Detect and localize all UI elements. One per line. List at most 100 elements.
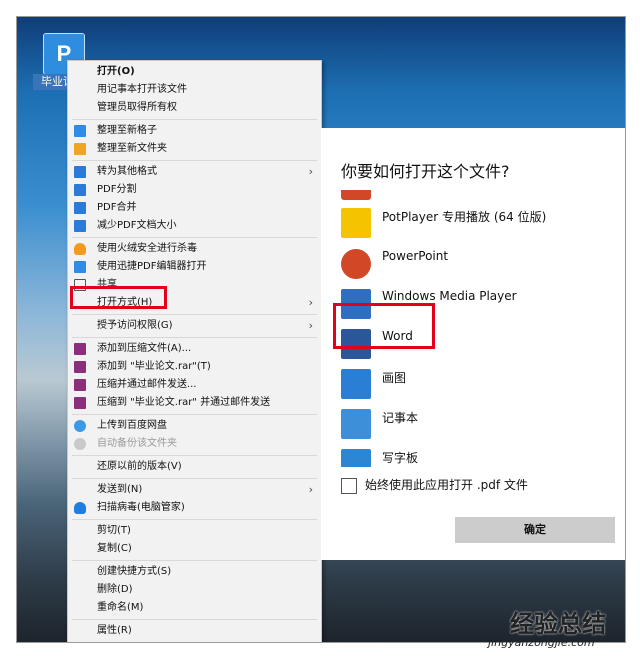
- winrar-icon: [74, 379, 86, 391]
- menu-item-label: 复制(C): [97, 543, 132, 554]
- menu-item-restore-version[interactable]: 还原以前的版本(V): [68, 458, 321, 476]
- app-name: 画图: [382, 371, 407, 385]
- menu-item-label: 管理员取得所有权: [97, 102, 177, 113]
- app-option-wordpad[interactable]: 写字板: [341, 447, 611, 467]
- chevron-right-icon: ›: [308, 319, 313, 332]
- menu-separator: [72, 119, 317, 120]
- menu-separator: [72, 455, 317, 456]
- menu-item-add-archive[interactable]: 添加到压缩文件(A)...: [68, 340, 321, 358]
- highlight-word: [333, 303, 435, 349]
- app-name: PowerPoint: [382, 249, 449, 263]
- menu-separator: [72, 160, 317, 161]
- menu-item-label: 添加到 "毕业论文.rar"(T): [97, 361, 211, 372]
- menu-item-open-notepad[interactable]: 用记事本打开该文件: [68, 81, 321, 99]
- app-option-notepad[interactable]: 记事本: [341, 407, 611, 443]
- menu-item-compress-rar-email[interactable]: 压缩到 "毕业论文.rar" 并通过邮件发送: [68, 394, 321, 412]
- pc-manager-shield-icon: [74, 502, 86, 514]
- menu-item-rename[interactable]: 重命名(M): [68, 599, 321, 617]
- partial-app-icon: [341, 190, 371, 200]
- chevron-right-icon: ›: [308, 483, 313, 496]
- app-name: 记事本: [382, 411, 419, 425]
- menu-item-new-grid[interactable]: 整理至新格子: [68, 122, 321, 140]
- wordpad-icon: [341, 449, 371, 467]
- menu-item-add-rar[interactable]: 添加到 "毕业论文.rar"(T): [68, 358, 321, 376]
- powerpoint-icon: [341, 249, 371, 279]
- menu-separator: [72, 314, 317, 315]
- menu-item-take-ownership[interactable]: 管理员取得所有权: [68, 99, 321, 117]
- menu-separator: [72, 478, 317, 479]
- menu-separator: [72, 560, 317, 561]
- menu-item-label: 上传到百度网盘: [97, 420, 167, 431]
- menu-item-label: PDF分割: [97, 184, 137, 195]
- menu-item-label: 转为其他格式: [97, 166, 157, 177]
- menu-item-pdf-split[interactable]: PDF分割: [68, 181, 321, 199]
- app-option-powerpoint[interactable]: PowerPoint: [341, 247, 611, 283]
- watermark-url: jingyanzongjie.com: [488, 636, 595, 649]
- watermark: 经验总结 jingyanzongjie.com: [488, 604, 630, 654]
- menu-item-new-folder[interactable]: 整理至新文件夹: [68, 140, 321, 158]
- menu-separator: [72, 337, 317, 338]
- highlight-open-with: [70, 286, 167, 309]
- app-name: Windows Media Player: [382, 289, 517, 303]
- menu-item-label: 减少PDF文档大小: [97, 220, 177, 231]
- menu-item-label: 使用火绒安全进行杀毒: [97, 243, 197, 254]
- menu-item-create-shortcut[interactable]: 创建快捷方式(S): [68, 563, 321, 581]
- shield-icon: [74, 243, 86, 255]
- menu-separator: [72, 519, 317, 520]
- winrar-icon: [74, 343, 86, 355]
- baidu-cloud-icon: [74, 420, 86, 432]
- convert-icon: [74, 166, 86, 178]
- menu-item-label: 发送到(N): [97, 484, 143, 495]
- menu-item-label: 整理至新文件夹: [97, 143, 167, 154]
- menu-item-label: 使用迅捷PDF编辑器打开: [97, 261, 207, 272]
- always-use-checkbox[interactable]: [341, 478, 357, 494]
- menu-item-label: 压缩到 "毕业论文.rar" 并通过邮件发送: [97, 397, 271, 408]
- folder-icon: [74, 143, 86, 155]
- menu-item-properties[interactable]: 属性(R): [68, 622, 321, 640]
- chevron-right-icon: ›: [308, 165, 313, 178]
- menu-item-baidu-upload[interactable]: 上传到百度网盘: [68, 417, 321, 435]
- menu-item-label: 用记事本打开该文件: [97, 84, 187, 95]
- menu-item-label: 授予访问权限(G): [97, 320, 173, 331]
- menu-item-label: 添加到压缩文件(A)...: [97, 343, 192, 354]
- menu-separator: [72, 237, 317, 238]
- menu-item-label: 删除(D): [97, 584, 133, 595]
- menu-item-label: PDF合并: [97, 202, 137, 213]
- app-option-potplayer[interactable]: PotPlayer 专用播放 (64 位版): [341, 206, 611, 242]
- menu-item-label: 自动备份该文件夹: [97, 438, 177, 449]
- menu-item-delete[interactable]: 删除(D): [68, 581, 321, 599]
- pdf-split-icon: [74, 184, 86, 196]
- menu-item-open-xunjie[interactable]: 使用迅捷PDF编辑器打开: [68, 258, 321, 276]
- menu-item-label: 创建快捷方式(S): [97, 566, 172, 577]
- grid-icon: [74, 125, 86, 137]
- menu-item-convert-format[interactable]: 转为其他格式 ›: [68, 163, 321, 181]
- backup-icon: [74, 438, 86, 450]
- paint-icon: [341, 369, 371, 399]
- menu-item-copy[interactable]: 复制(C): [68, 540, 321, 558]
- pdf-merge-icon: [74, 202, 86, 214]
- menu-item-open[interactable]: 打开(O): [68, 63, 321, 81]
- menu-item-label: 还原以前的版本(V): [97, 461, 182, 472]
- menu-separator: [72, 414, 317, 415]
- menu-item-reduce-size[interactable]: 减少PDF文档大小: [68, 217, 321, 235]
- app-option-paint[interactable]: 画图: [341, 367, 611, 403]
- menu-item-pdf-merge[interactable]: PDF合并: [68, 199, 321, 217]
- menu-item-label: 重命名(M): [97, 602, 144, 613]
- menu-item-cut[interactable]: 剪切(T): [68, 522, 321, 540]
- menu-item-grant-access[interactable]: 授予访问权限(G) ›: [68, 317, 321, 335]
- always-use-label: 始终使用此应用打开 .pdf 文件: [365, 478, 528, 492]
- compress-pdf-icon: [74, 220, 86, 232]
- dialog-title: 你要如何打开这个文件?: [341, 162, 510, 181]
- winrar-icon: [74, 397, 86, 409]
- menu-item-label: 整理至新格子: [97, 125, 157, 136]
- menu-item-label: 属性(R): [97, 625, 132, 636]
- menu-item-huorong-scan[interactable]: 使用火绒安全进行杀毒: [68, 240, 321, 258]
- ok-button[interactable]: 确定: [455, 517, 615, 543]
- menu-item-compress-email[interactable]: 压缩并通过邮件发送...: [68, 376, 321, 394]
- winrar-icon: [74, 361, 86, 373]
- xunjie-pdf-icon: [74, 261, 86, 273]
- context-menu: 打开(O) 用记事本打开该文件 管理员取得所有权 整理至新格子 整理至新文件夹 …: [67, 60, 322, 642]
- menu-item-virus-scan[interactable]: 扫描病毒(电脑管家): [68, 499, 321, 517]
- app-name: PotPlayer 专用播放 (64 位版): [382, 210, 547, 224]
- menu-item-send-to[interactable]: 发送到(N) ›: [68, 481, 321, 499]
